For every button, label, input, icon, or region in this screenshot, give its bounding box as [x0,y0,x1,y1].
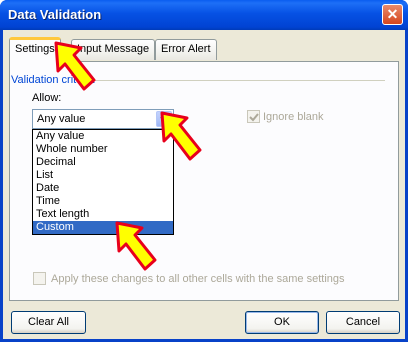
dropdown-option-decimal[interactable]: Decimal [33,156,173,169]
ignore-blank-label: Ignore blank [263,110,324,123]
group-divider [93,80,385,81]
arrow-pointer-icon [160,111,202,161]
tab-settings-label: Settings [15,43,55,55]
title-bar[interactable]: Data Validation ✕ [0,0,408,30]
apply-all-label: Apply these changes to all other cells w… [51,272,345,285]
cancel-button[interactable]: Cancel [326,311,400,334]
arrow-pointer-icon [115,221,157,271]
dropdown-option-whole-number[interactable]: Whole number [33,143,173,156]
window-title: Data Validation [8,7,102,22]
dropdown-option-time[interactable]: Time [33,195,173,208]
allow-dropdown[interactable]: Any value [32,109,174,129]
dropdown-option-any-value[interactable]: Any value [33,130,173,143]
tab-error-alert[interactable]: Error Alert [155,39,217,60]
arrow-pointer-icon [54,41,96,91]
dropdown-option-date[interactable]: Date [33,182,173,195]
apply-all-checkbox[interactable]: Apply these changes to all other cells w… [33,272,345,285]
ignore-blank-checkbox[interactable]: Ignore blank [247,110,324,123]
checkbox[interactable] [33,272,46,285]
checkbox[interactable] [247,110,260,123]
close-icon: ✕ [386,6,399,22]
tab-error-alert-label: Error Alert [161,43,211,55]
clear-all-label: Clear All [28,316,69,328]
cancel-label: Cancel [345,316,381,328]
checkmark-icon [249,113,259,122]
ok-button[interactable]: OK [245,311,319,334]
clear-all-button[interactable]: Clear All [11,311,86,334]
allow-dropdown-value: Any value [37,113,86,125]
close-button[interactable]: ✕ [382,4,403,25]
dropdown-option-list[interactable]: List [33,169,173,182]
ok-label: OK [274,316,290,328]
